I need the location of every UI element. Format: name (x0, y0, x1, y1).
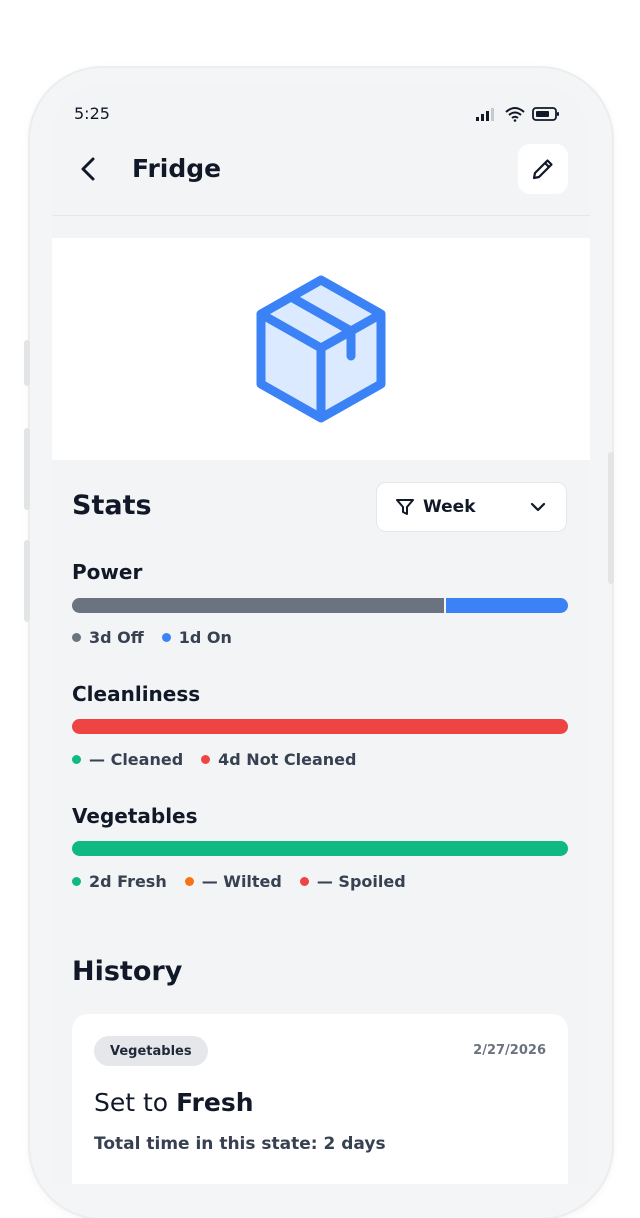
status-icons (476, 106, 560, 122)
legend-dot-icon (299, 877, 309, 886)
legend-item: — Spoiled (299, 872, 406, 891)
vegetables-title: Vegetables (72, 804, 198, 828)
battery-icon (532, 107, 559, 121)
vegetables-bar (72, 841, 568, 856)
legend-item: 2d Fresh (72, 872, 167, 891)
bar-segment (72, 841, 568, 856)
side-button-volume-down (24, 540, 30, 622)
legend-dot-icon (72, 755, 81, 764)
vegetables-legend: 2d Fresh — Wilted — Spoiled (72, 872, 424, 891)
side-button-mute (24, 340, 30, 386)
side-button-power (608, 452, 614, 584)
filter-label: Week (423, 497, 476, 517)
total-time-text: Total time in this state: 2 days (94, 1134, 386, 1154)
power-title: Power (72, 560, 143, 584)
legend-label: — Wilted (201, 872, 282, 891)
cleanliness-bar (72, 719, 568, 734)
category-chip: Vegetables (94, 1036, 208, 1066)
legend-dot-icon (72, 633, 81, 642)
bar-segment (72, 719, 568, 734)
power-legend: 3d Off 1d On (72, 628, 250, 647)
screen: 5:25 Fridge Stats Week Power 3d Off 1d O… (52, 84, 590, 1184)
cleanliness-legend: — Cleaned 4d Not Cleaned (72, 750, 374, 769)
legend-label: 2d Fresh (89, 872, 167, 891)
state-prefix: Set to (94, 1088, 169, 1117)
legend-label: 3d Off (89, 628, 144, 647)
header: Fridge (52, 140, 590, 216)
pencil-icon (532, 159, 553, 180)
back-icon[interactable] (76, 156, 102, 182)
legend-item: — Wilted (184, 872, 282, 891)
history-heading: History (72, 956, 183, 987)
state-change-text: Set to Fresh (94, 1088, 254, 1117)
legend-label: 1d On (178, 628, 232, 647)
state-value: Fresh (176, 1088, 254, 1117)
legend-item: 3d Off (72, 628, 144, 647)
period-filter-dropdown[interactable]: Week (376, 482, 567, 532)
legend-item: — Cleaned (72, 750, 183, 769)
legend-item: 1d On (161, 628, 232, 647)
legend-dot-icon (201, 755, 211, 764)
history-card[interactable]: Vegetables 2/27/2026 Set to Fresh Total … (72, 1014, 568, 1184)
legend-item: 4d Not Cleaned (201, 750, 356, 769)
legend-dot-icon (184, 877, 194, 886)
edit-button[interactable] (518, 144, 568, 194)
power-bar (72, 598, 568, 613)
history-date: 2/27/2026 (473, 1043, 546, 1058)
side-button-volume-up (24, 428, 30, 510)
status-time: 5:25 (74, 104, 110, 123)
legend-label: 4d Not Cleaned (218, 750, 357, 769)
funnel-icon (396, 499, 414, 515)
bar-segment (444, 598, 568, 613)
page-title: Fridge (132, 154, 222, 183)
package-box-icon (256, 275, 386, 423)
cleanliness-title: Cleanliness (72, 682, 201, 706)
stats-heading: Stats (72, 490, 152, 521)
wifi-icon (505, 107, 525, 122)
signal-icon (476, 108, 494, 121)
chevron-down-icon (530, 502, 546, 512)
bar-segment (72, 598, 444, 613)
legend-label: — Cleaned (89, 750, 184, 769)
hero-image (52, 238, 590, 460)
legend-dot-icon (161, 633, 171, 642)
legend-dot-icon (72, 877, 81, 886)
legend-label: — Spoiled (316, 872, 406, 891)
status-bar: 5:25 (52, 84, 590, 128)
